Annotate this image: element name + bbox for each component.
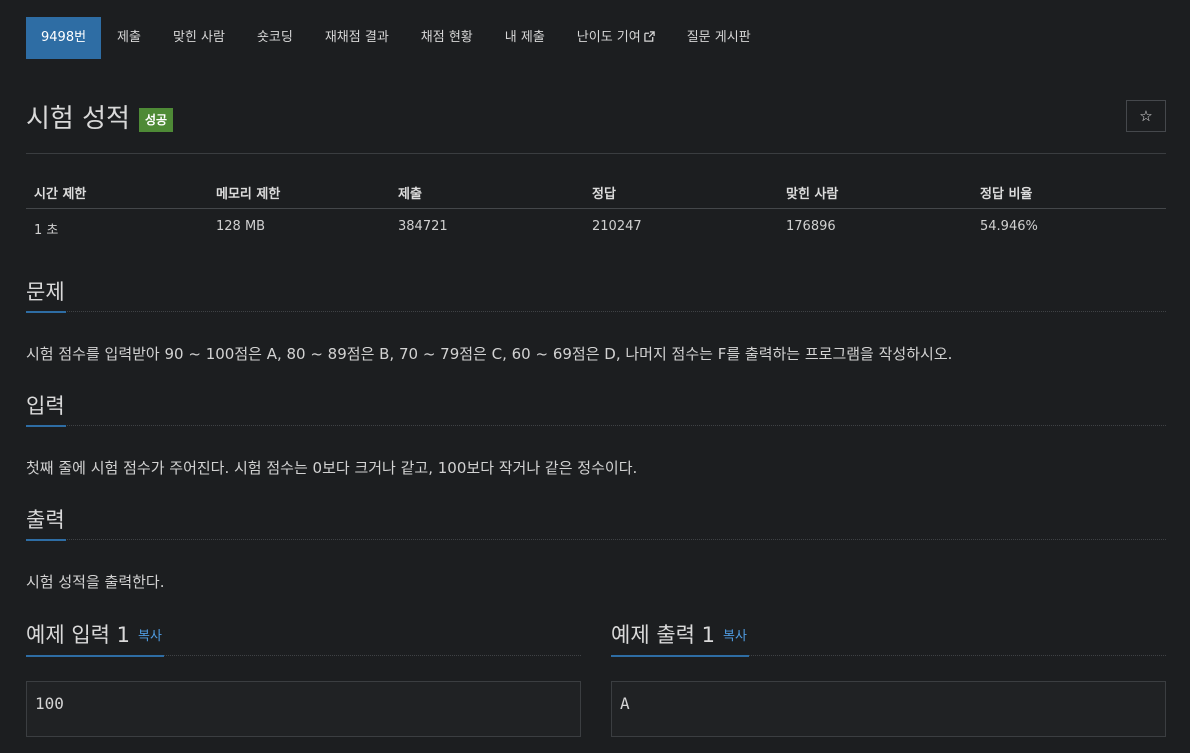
problem-page: 9498번 제출 맞힌 사람 숏코딩 재채점 결과 채점 현황 내 제출 난이도…: [0, 0, 1190, 753]
tab-label: 질문 게시판: [686, 30, 751, 45]
problem-tabs: 9498번 제출 맞힌 사람 숏코딩 재채점 결과 채점 현황 내 제출 난이도…: [26, 17, 767, 59]
tab-label: 맞힌 사람: [172, 30, 225, 45]
status-badge: 성공: [138, 107, 174, 132]
section-divider: [26, 539, 1166, 540]
header-accepted: 정답: [592, 187, 616, 202]
header-memory-limit: 메모리 제한: [216, 187, 281, 202]
accepted-value: 210247: [592, 219, 642, 234]
tab-problem-number[interactable]: 9498번: [26, 17, 102, 59]
section-underline: [26, 539, 66, 541]
tab-label: 난이도 기여: [576, 30, 641, 45]
section-sample-input: 예제 입력 1 복사: [26, 619, 581, 659]
problem-info-row: 1 초 128 MB 384721 210247 176896 54.946%: [26, 212, 1166, 242]
section-divider: [26, 311, 1166, 312]
tab-rejudge-results[interactable]: 재채점 결과: [309, 17, 405, 59]
sample-output-box[interactable]: A: [611, 681, 1166, 737]
section-divider: [26, 425, 1166, 426]
section-heading: 예제 입력 1: [26, 623, 130, 647]
tab-submit[interactable]: 제출: [101, 17, 157, 59]
section-sample-output: 예제 출력 1 복사: [611, 619, 1166, 659]
header-submissions: 제출: [398, 187, 422, 202]
section-underline: [26, 425, 66, 427]
tab-qna-board[interactable]: 질문 게시판: [671, 17, 767, 59]
page-title: 시험 성적: [26, 104, 130, 134]
star-icon: ☆: [1139, 107, 1153, 125]
tab-label: 내 제출: [504, 30, 545, 45]
section-heading: 출력: [26, 508, 65, 532]
input-description: 첫째 줄에 시험 점수가 주어진다. 시험 점수는 0보다 크거나 같고, 10…: [26, 459, 638, 477]
section-heading: 문제: [26, 280, 65, 304]
section-underline: [26, 311, 66, 313]
solvers-value: 176896: [786, 219, 836, 234]
tab-label: 제출: [117, 30, 141, 45]
tab-my-submissions[interactable]: 내 제출: [489, 17, 561, 59]
tab-accepted-users[interactable]: 맞힌 사람: [157, 17, 241, 59]
problem-header: 시험 성적 성공: [26, 98, 174, 135]
accept-ratio-value: 54.946%: [980, 219, 1038, 234]
favorite-button[interactable]: ☆: [1126, 100, 1166, 132]
tab-label: 재채점 결과: [324, 30, 389, 45]
divider: [26, 153, 1166, 154]
tab-short-coding[interactable]: 숏코딩: [241, 17, 309, 59]
header-accept-ratio: 정답 비율: [980, 187, 1033, 202]
section-underline: [611, 655, 749, 657]
submissions-value: 384721: [398, 219, 448, 234]
tab-label: 9498번: [41, 30, 87, 45]
output-description: 시험 성적을 출력한다.: [26, 573, 165, 591]
section-output: 출력: [26, 504, 1166, 544]
problem-description: 시험 점수를 입력받아 90 ~ 100점은 A, 80 ~ 89점은 B, 7…: [26, 345, 953, 363]
section-underline: [26, 655, 164, 657]
header-solvers: 맞힌 사람: [786, 187, 839, 202]
tab-judge-status[interactable]: 채점 현황: [405, 17, 489, 59]
tab-label: 채점 현황: [420, 30, 473, 45]
copy-sample-input-link[interactable]: 복사: [138, 629, 162, 644]
section-problem: 문제: [26, 276, 1166, 316]
problem-info-header: 시간 제한 메모리 제한 제출 정답 맞힌 사람 정답 비율: [26, 177, 1166, 209]
header-time-limit: 시간 제한: [34, 187, 87, 202]
time-limit-value: 1 초: [34, 223, 59, 238]
section-heading: 입력: [26, 394, 65, 418]
copy-sample-output-link[interactable]: 복사: [723, 629, 747, 644]
section-input: 입력: [26, 390, 1166, 430]
tab-label: 숏코딩: [256, 30, 293, 45]
memory-limit-value: 128 MB: [216, 219, 266, 234]
external-link-icon: [643, 18, 655, 60]
section-heading: 예제 출력 1: [611, 623, 715, 647]
tab-difficulty-contribution[interactable]: 난이도 기여: [561, 17, 671, 59]
sample-input-box[interactable]: 100: [26, 681, 581, 737]
